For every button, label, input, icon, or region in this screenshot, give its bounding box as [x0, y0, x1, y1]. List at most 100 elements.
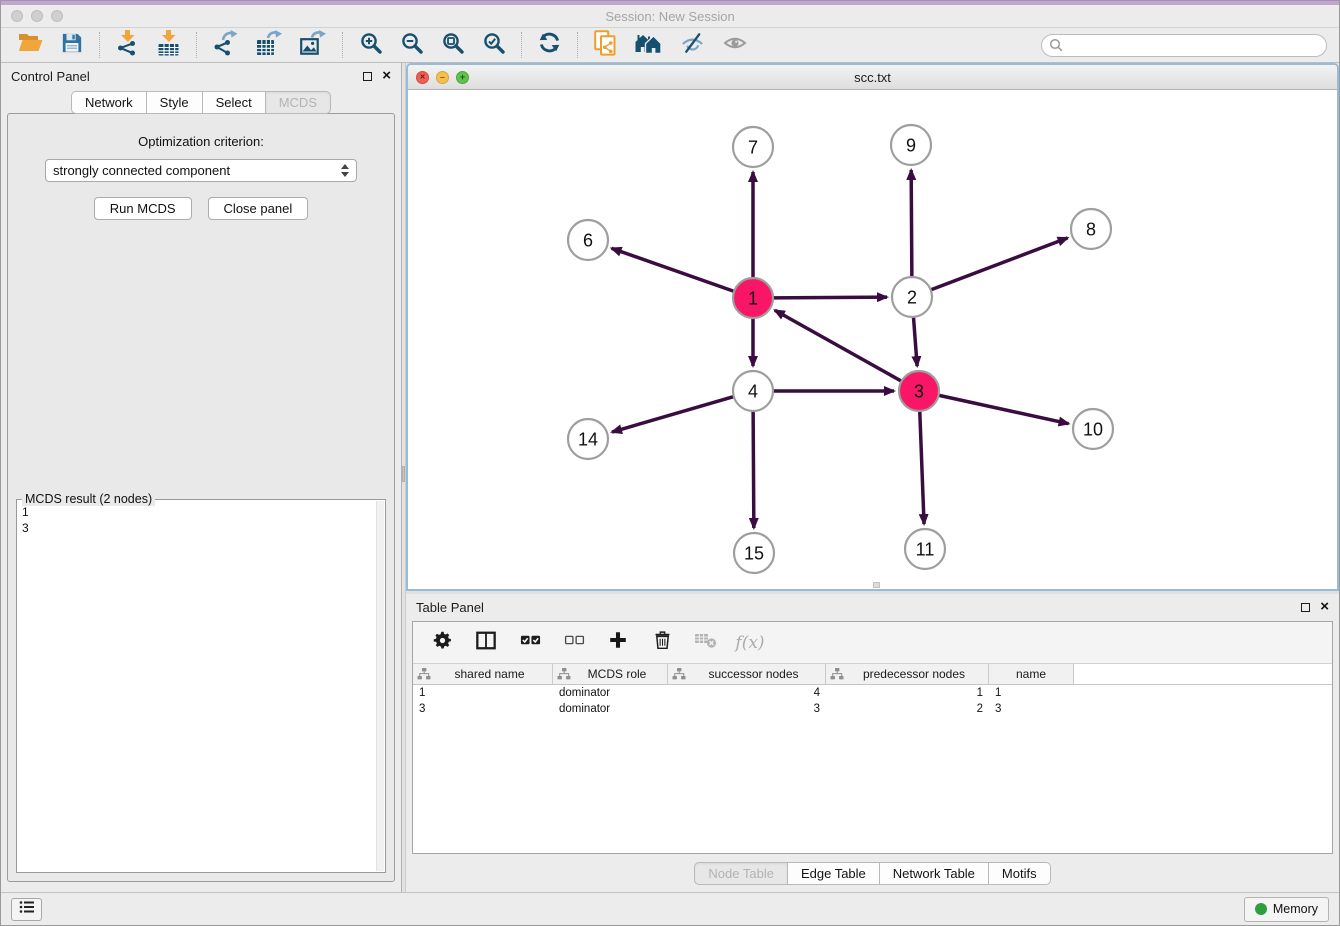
control-tab-select[interactable]: Select	[203, 91, 266, 114]
edge-1-2[interactable]	[773, 297, 887, 298]
zoom-selected-button[interactable]	[473, 30, 514, 60]
import-network-icon	[116, 30, 139, 61]
node-1[interactable]: 1	[733, 278, 773, 318]
edge-4-15[interactable]	[753, 411, 754, 528]
column-header-mcds-role[interactable]: MCDS role	[553, 664, 668, 684]
edge-1-6[interactable]	[612, 248, 735, 291]
svg-text:1: 1	[748, 288, 758, 308]
unchecked-boxes-icon	[563, 629, 586, 656]
column-header-successor-nodes[interactable]: successor nodes	[668, 664, 826, 684]
zoom-in-button[interactable]	[350, 30, 391, 60]
delete-button[interactable]	[645, 627, 679, 659]
network-window-titlebar[interactable]: scc.txt	[408, 65, 1337, 90]
node-15[interactable]: 15	[734, 533, 774, 573]
hide-selected-button[interactable]	[671, 30, 714, 60]
svg-text:9: 9	[906, 135, 916, 155]
node-3[interactable]: 3	[899, 371, 939, 411]
mcds-result-list[interactable]: 13	[17, 500, 385, 540]
mcds-result-title: MCDS result (2 nodes)	[22, 492, 155, 506]
node-14[interactable]: 14	[568, 419, 608, 459]
run-mcds-button[interactable]: Run MCDS	[94, 197, 192, 220]
table-tab-motifs[interactable]: Motifs	[989, 862, 1051, 885]
function-builder-button-disabled[interactable]: f(x)	[733, 627, 767, 659]
maximize-window-icon[interactable]	[51, 10, 63, 22]
close-panel-button[interactable]: Close panel	[208, 197, 309, 220]
float-panel-icon[interactable]	[363, 72, 372, 81]
table-tab-node-table[interactable]: Node Table	[694, 862, 788, 885]
import-network-button[interactable]	[107, 30, 148, 60]
memory-status-icon	[1255, 903, 1267, 915]
save-icon	[61, 32, 83, 59]
refresh-button[interactable]	[529, 30, 570, 60]
edge-2-8[interactable]	[931, 238, 1068, 290]
table-tab-network-table[interactable]: Network Table	[880, 862, 989, 885]
control-tab-network[interactable]: Network	[71, 91, 147, 114]
show-all-button[interactable]	[714, 30, 756, 60]
deselect-all-button[interactable]	[557, 627, 591, 659]
network-graph[interactable]: 7 9 6 8 1 2 4 3 14 10 15 11	[408, 90, 1337, 589]
task-history-button[interactable]	[11, 898, 42, 921]
control-panel-header: Control Panel ×	[1, 63, 401, 89]
maximize-view-icon[interactable]	[456, 71, 469, 84]
first-neighbors-button[interactable]	[625, 30, 671, 60]
splitter-grip-icon[interactable]	[402, 466, 405, 482]
svg-text:7: 7	[748, 137, 758, 157]
add-column-button[interactable]	[601, 627, 635, 659]
control-tab-style[interactable]: Style	[147, 91, 203, 114]
delete-column-button-disabled[interactable]	[689, 627, 723, 659]
table-settings-button[interactable]	[425, 627, 459, 659]
edge-3-11[interactable]	[920, 411, 924, 524]
column-header-shared-name[interactable]: shared name	[413, 664, 553, 684]
export-image-button[interactable]	[291, 30, 335, 60]
node-4[interactable]: 4	[733, 371, 773, 411]
minimize-view-icon[interactable]	[436, 71, 449, 84]
column-header-predecessor-nodes[interactable]: predecessor nodes	[826, 664, 989, 684]
column-header-name[interactable]: name	[989, 664, 1074, 684]
memory-button[interactable]: Memory	[1244, 897, 1329, 922]
import-table-button[interactable]	[148, 30, 189, 60]
save-session-button[interactable]	[52, 30, 92, 60]
zoom-fit-button[interactable]	[432, 30, 473, 60]
zoom-out-button[interactable]	[391, 30, 432, 60]
memory-label: Memory	[1273, 902, 1318, 916]
control-tab-mcds[interactable]: MCDS	[266, 91, 331, 114]
edge-2-9[interactable]	[911, 170, 912, 277]
search-input[interactable]	[1041, 34, 1327, 57]
float-table-panel-icon[interactable]	[1301, 603, 1310, 612]
table-row[interactable]: 3dominator323	[413, 701, 1332, 717]
node-2[interactable]: 2	[892, 277, 932, 317]
clone-network-button[interactable]	[585, 30, 625, 60]
criterion-select[interactable]: strongly connected component	[45, 159, 357, 182]
node-6[interactable]: 6	[568, 220, 608, 260]
delete-table-icon	[694, 630, 718, 655]
cell-successor-nodes: 4	[668, 687, 826, 699]
open-session-button[interactable]	[9, 30, 52, 60]
export-network-button[interactable]	[204, 30, 247, 60]
close-window-icon[interactable]	[11, 10, 23, 22]
minimize-window-icon[interactable]	[31, 10, 43, 22]
edge-2-3[interactable]	[913, 317, 917, 366]
cell-successor-nodes: 3	[668, 703, 826, 715]
canvas-splitter-grip-icon[interactable]	[873, 582, 880, 588]
close-view-icon[interactable]	[416, 71, 429, 84]
export-table-button[interactable]	[247, 30, 291, 60]
close-panel-icon[interactable]: ×	[382, 71, 391, 81]
node-10[interactable]: 10	[1073, 409, 1113, 449]
table-row[interactable]: 1dominator411	[413, 685, 1332, 701]
edge-3-1[interactable]	[775, 310, 902, 381]
edge-4-14[interactable]	[612, 397, 734, 432]
split-view-button[interactable]	[469, 627, 503, 659]
node-9[interactable]: 9	[891, 125, 931, 165]
network-canvas[interactable]: 7 9 6 8 1 2 4 3 14 10 15 11	[408, 90, 1337, 589]
node-8[interactable]: 8	[1071, 209, 1111, 249]
edge-3-10[interactable]	[939, 395, 1069, 423]
result-scrollbar[interactable]	[376, 501, 384, 871]
window-controls[interactable]	[11, 10, 63, 22]
close-table-panel-icon[interactable]: ×	[1320, 602, 1329, 612]
node-11[interactable]: 11	[905, 529, 945, 569]
node-7[interactable]: 7	[733, 127, 773, 167]
mac-titlebar[interactable]: Session: New Session	[1, 5, 1339, 28]
table-tab-edge-table[interactable]: Edge Table	[788, 862, 880, 885]
hierarchy-icon	[830, 668, 844, 680]
select-all-button[interactable]	[513, 627, 547, 659]
